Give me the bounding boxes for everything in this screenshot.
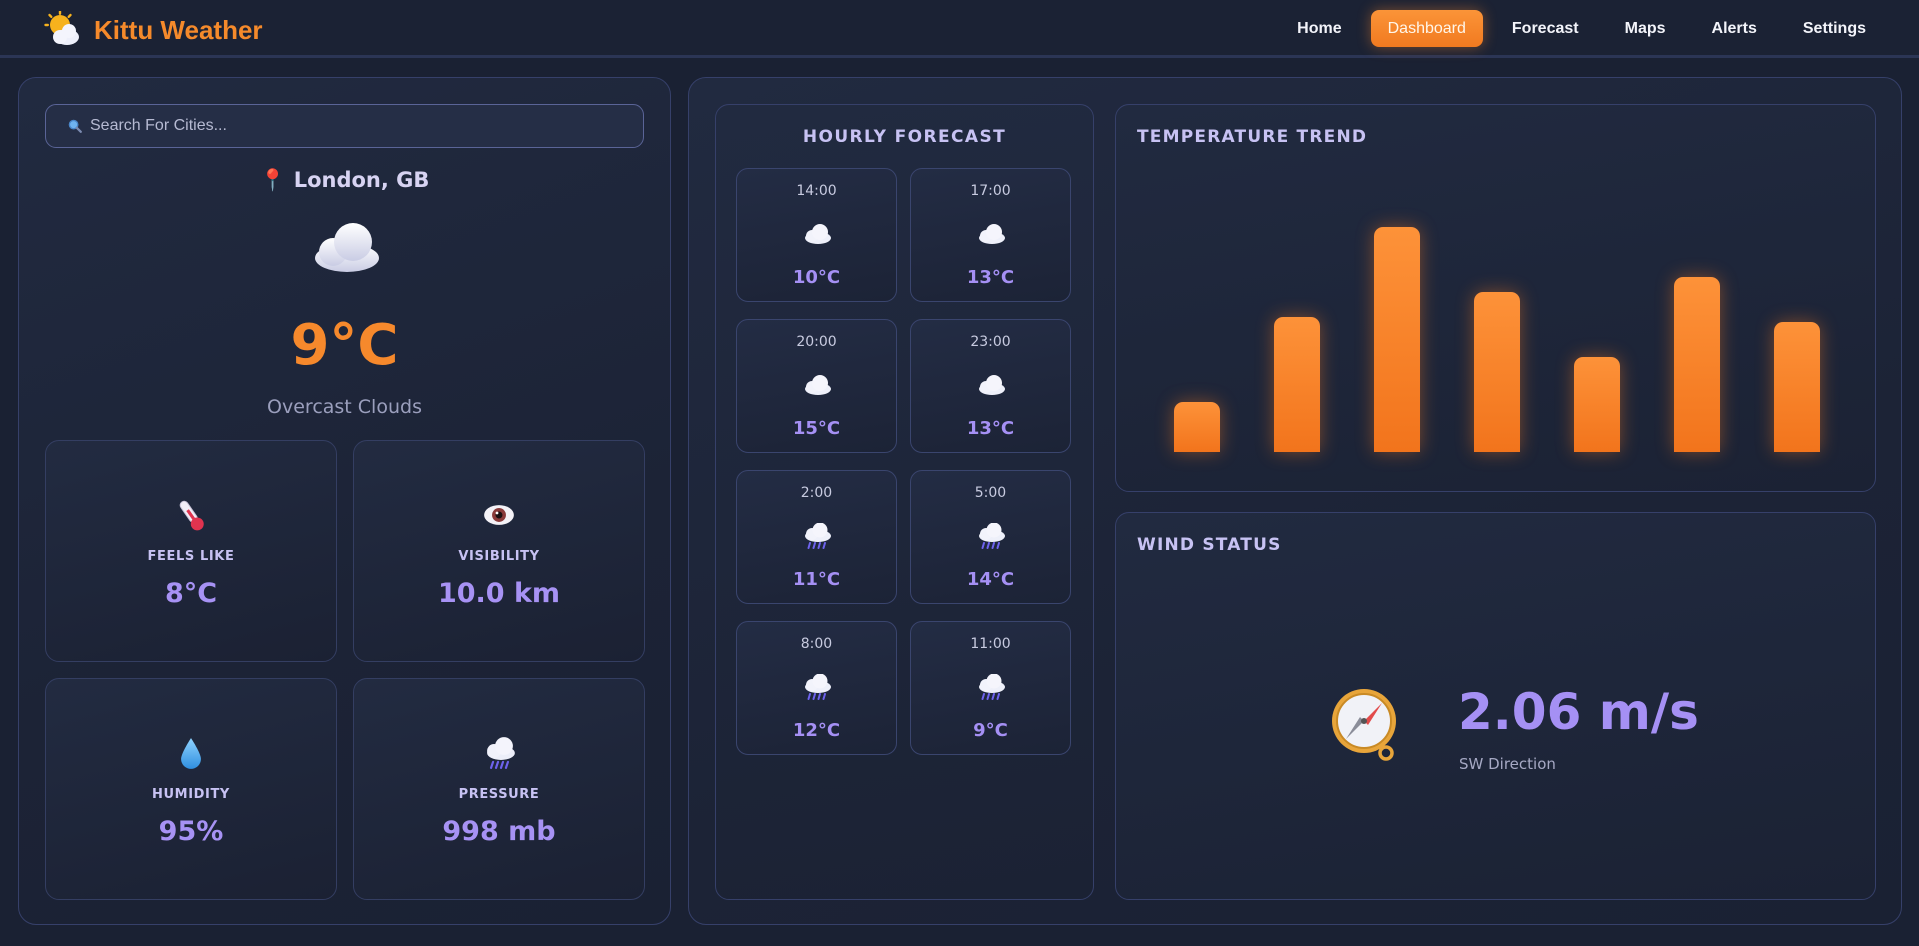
compass-icon [1332,689,1396,761]
nav-maps[interactable]: Maps [1608,10,1683,47]
stat-label: PRESSURE [458,787,540,802]
hourly-time: 20:00 [796,334,837,350]
humidity-card: HUMIDITY 95% [45,678,337,900]
eye-icon [484,505,514,525]
droplet-icon [181,738,201,769]
stat-label: FEELS LIKE [147,549,235,564]
hourly-item: 2:00 11°C [736,470,897,604]
location-label: 📍 London, GB [19,168,670,193]
temperature-trend-card: TEMPERATURE TREND [1115,104,1876,492]
hourly-time: 8:00 [800,636,833,652]
forecast-panel: HOURLY FORECAST 14:00 10°C 17:00 13°C 20:00 1… [688,77,1902,925]
map-pin-icon: 📍 [259,168,286,192]
hourly-item: 14:00 10°C [736,168,897,302]
rain-cloud-icon [801,673,833,700]
hourly-time: 23:00 [970,334,1011,350]
stat-value: 998 mb [442,816,556,847]
hourly-temp: 15°C [792,418,841,439]
hourly-time: 5:00 [974,485,1007,501]
hourly-time: 11:00 [970,636,1011,652]
hourly-item: 8:00 12°C [736,621,897,755]
hourly-temp: 14°C [966,569,1015,590]
hourly-item: 20:00 15°C [736,319,897,453]
brand[interactable]: Kittu Weather [44,10,263,50]
current-weather-panel: 📍 London, GB 9°C Overcast Clouds FEELS LI… [18,77,671,925]
nav-forecast[interactable]: Forecast [1495,10,1596,47]
stat-value: 8°C [164,578,218,609]
hourly-time: 14:00 [796,183,837,199]
hourly-forecast-card: HOURLY FORECAST 14:00 10°C 17:00 13°C 20:00 1… [715,104,1094,900]
stat-value: 95% [158,816,224,847]
hourly-temp: 10°C [792,267,841,288]
hourly-item: 11:00 9°C [910,621,1071,755]
hourly-temp: 13°C [966,267,1015,288]
rain-cloud-icon [801,522,833,549]
stat-label: HUMIDITY [152,787,230,802]
nav-settings[interactable]: Settings [1786,10,1883,47]
cloud-icon [315,223,379,272]
stat-value: 10.0 km [437,578,561,609]
hourly-temp: 13°C [966,418,1015,439]
hourly-item: 5:00 14°C [910,470,1071,604]
search-box[interactable] [45,104,644,148]
nav-dashboard[interactable]: Dashboard [1370,10,1483,47]
current-temperature: 9°C [290,313,399,378]
temperature-bar[interactable] [1674,277,1720,452]
wind-status-card: WIND STATUS 2.06 m/s SW Direction [1115,512,1876,900]
temperature-bar[interactable] [1174,402,1220,452]
temperature-bar[interactable] [1774,322,1820,452]
temperature-bar-chart [1116,105,1877,493]
search-icon [68,119,82,133]
wind-direction: SW Direction [1459,755,1556,773]
thermometer-icon [179,500,204,531]
nav-alerts[interactable]: Alerts [1695,10,1774,47]
cloud-icon [975,372,1007,398]
search-input[interactable] [90,117,610,135]
pressure-card: PRESSURE 998 mb [353,678,645,900]
wind-status-title: WIND STATUS [1137,535,1282,555]
temperature-bar[interactable] [1374,227,1420,452]
sun-cloud-icon [44,11,79,45]
rain-cloud-icon [975,673,1007,700]
main-nav: Home Dashboard Forecast Maps Alerts Sett… [1280,10,1883,47]
visibility-card: VISIBILITY 10.0 km [353,440,645,662]
stat-label: VISIBILITY [458,549,540,564]
hourly-time: 17:00 [970,183,1011,199]
app-title: Kittu Weather [94,14,263,45]
wind-speed: 2.06 m/s [1458,683,1699,741]
temperature-bar[interactable] [1474,292,1520,452]
temperature-bar[interactable] [1574,357,1620,452]
hourly-forecast-title: HOURLY FORECAST [802,127,1007,147]
hourly-item: 17:00 13°C [910,168,1071,302]
hourly-temp: 11°C [792,569,841,590]
cloud-icon [801,221,833,247]
rain-cloud-icon [975,522,1007,549]
feels-like-card: FEELS LIKE 8°C [45,440,337,662]
hourly-time: 2:00 [800,485,833,501]
hourly-temp: 9°C [973,720,1008,741]
top-navbar: Kittu Weather Home Dashboard Forecast Ma… [0,0,1919,58]
nav-home[interactable]: Home [1280,10,1358,47]
weather-description: Overcast Clouds [267,396,422,418]
location-text: London, GB [293,168,430,192]
cloud-icon [801,372,833,398]
hourly-temp: 12°C [792,720,841,741]
temperature-bar[interactable] [1274,317,1320,452]
cloud-icon [975,221,1007,247]
hourly-item: 23:00 13°C [910,319,1071,453]
rain-cloud-icon [487,737,515,769]
